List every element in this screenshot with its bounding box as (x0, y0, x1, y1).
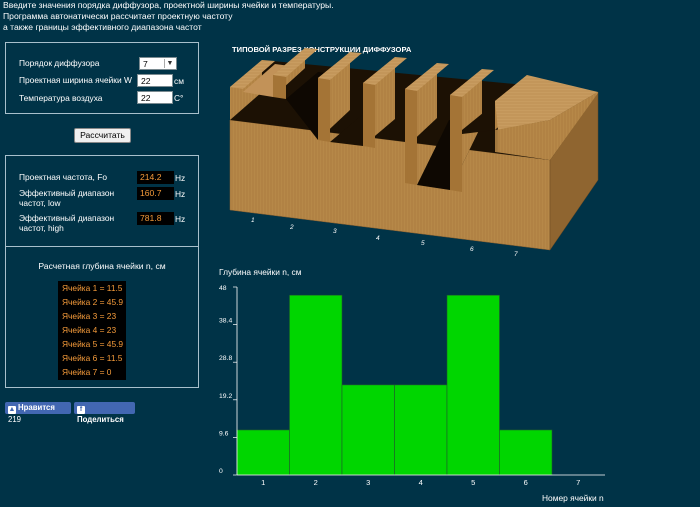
x-tick-label: 6 (524, 478, 528, 487)
chart-bar-4 (394, 384, 448, 476)
y-tick-label: 28.8 (219, 355, 232, 362)
y-tick-label: 48 (219, 285, 227, 292)
x-tick-label: 1 (261, 478, 265, 487)
x-tick-label: 7 (576, 478, 580, 487)
chart-bar-3 (341, 384, 395, 476)
y-tick-label: 38.4 (219, 318, 232, 325)
x-tick-label: 4 (419, 478, 423, 487)
x-tick-label: 2 (314, 478, 318, 487)
depth-bar-chart: 1 2 3 4 5 6 7 0 9.6 19.2 28.8 38.4 48 (219, 285, 605, 487)
x-axis-title: Номер ячейки n (542, 493, 604, 503)
chart-bar-5 (446, 294, 500, 476)
y-tick-label: 0 (219, 468, 223, 475)
y-tick-label: 19.2 (219, 393, 232, 400)
x-tick-label: 5 (471, 478, 475, 487)
chart-bar-2 (289, 294, 343, 476)
chart-bar-1 (236, 429, 290, 476)
chart-bar-6 (499, 429, 553, 476)
y-tick-label: 9.6 (219, 430, 229, 437)
x-tick-label: 3 (366, 478, 370, 487)
